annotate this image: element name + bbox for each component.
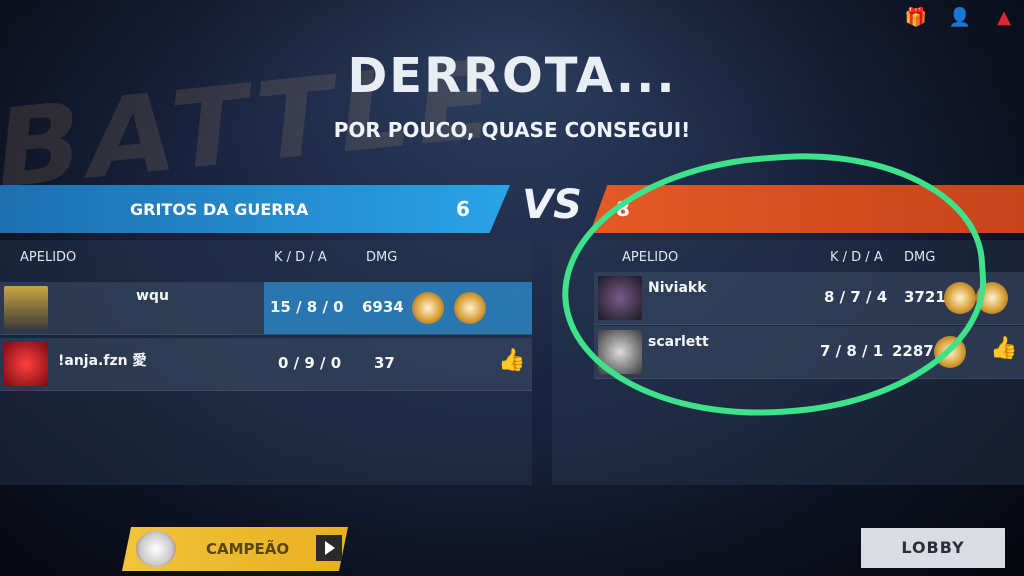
- team-left-name: GRITOS DA GUERRA: [130, 199, 309, 219]
- team-left-score: 6: [456, 197, 470, 221]
- player-kda: 0 / 9 / 0: [278, 354, 342, 372]
- mvp-badge-icon: [412, 292, 444, 324]
- like-icon[interactable]: 👍: [498, 348, 525, 373]
- warning-icon[interactable]: ▲: [992, 6, 1016, 30]
- player-row[interactable]: wqu 15 / 8 / 0 6934: [0, 282, 532, 335]
- play-icon[interactable]: [316, 535, 342, 561]
- player-dmg: 6934: [362, 298, 404, 316]
- player-dmg: 37: [374, 354, 395, 372]
- vs-label: VS: [522, 182, 582, 228]
- top-icons: 🎁 👤 ▲: [904, 6, 1016, 30]
- player-row[interactable]: !anja.fzn 愛 0 / 9 / 0 37 👍: [0, 338, 532, 391]
- col-kda: K / D / A: [274, 250, 327, 265]
- player-kda: 15 / 8 / 0: [270, 298, 344, 316]
- champion-label: CAMPEÃO: [206, 540, 290, 558]
- like-icon[interactable]: 👍: [990, 336, 1017, 361]
- player-name: !anja.fzn 愛: [58, 353, 147, 369]
- team-left-bar: GRITOS DA GUERRA 6: [0, 185, 510, 233]
- award-badge-icon: [454, 292, 486, 324]
- player-name: wqu: [136, 288, 169, 304]
- avatar: [4, 342, 48, 386]
- mascot-icon: [136, 531, 176, 567]
- avatar: [4, 286, 48, 330]
- lobby-button[interactable]: LOBBY: [861, 528, 1005, 568]
- col-dmg: DMG: [366, 250, 398, 265]
- profile-icon[interactable]: 👤: [948, 6, 972, 30]
- result-title: DERROTA...: [347, 48, 677, 104]
- gift-icon[interactable]: 🎁: [904, 6, 928, 30]
- col-nickname: APELIDO: [20, 250, 77, 265]
- result-subtitle: POR POUCO, QUASE CONSEGUI!: [333, 118, 691, 142]
- champion-button[interactable]: CAMPEÃO: [122, 527, 348, 571]
- left-team-panel: APELIDO K / D / A DMG wqu 15 / 8 / 0 693…: [0, 240, 532, 485]
